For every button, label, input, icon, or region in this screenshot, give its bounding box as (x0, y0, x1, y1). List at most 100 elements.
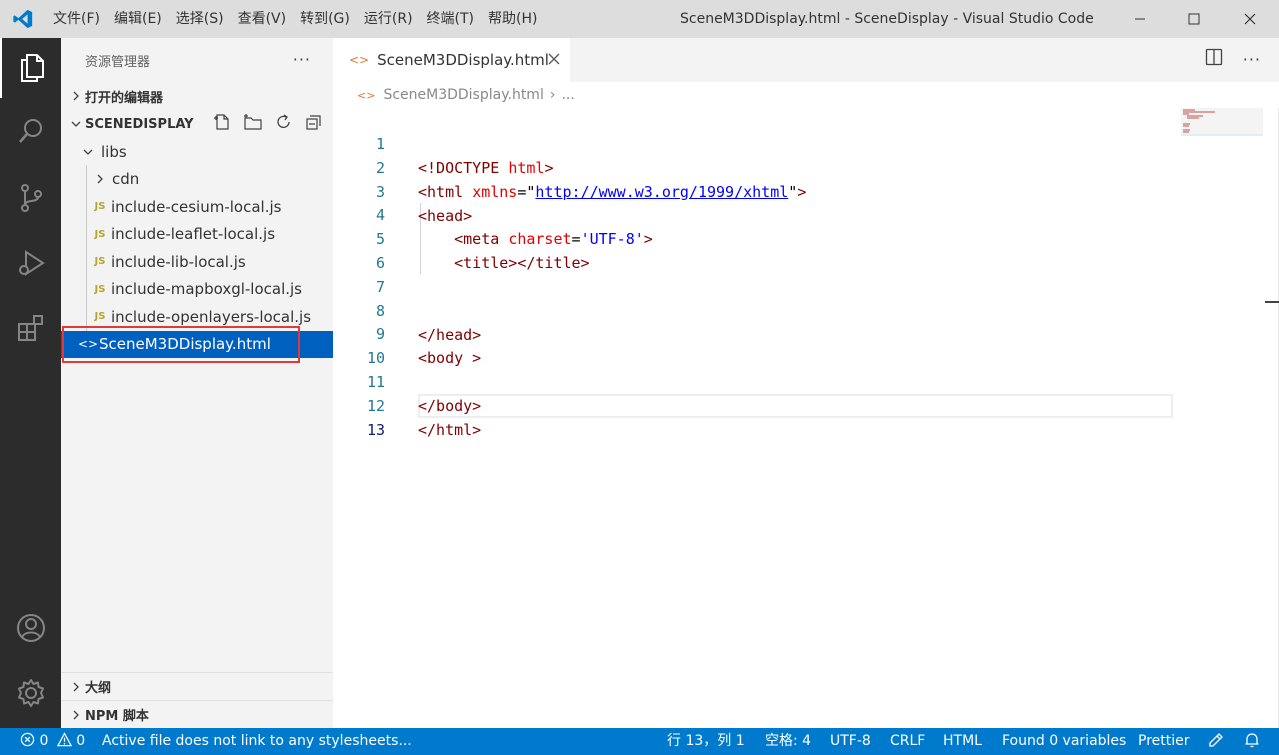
refresh-icon[interactable] (275, 113, 293, 135)
tree-item-label: SceneM3DDisplay.html (99, 335, 271, 354)
menu-file[interactable]: 文件(F) (46, 0, 107, 38)
code-line: 9 <body > (333, 298, 1279, 367)
breadcrumb-file[interactable]: SceneM3DDisplay.html (383, 87, 543, 103)
close-window-button[interactable] (1227, 0, 1273, 38)
breadcrumb: <> SceneM3DDisplay.html › ... (333, 82, 1279, 108)
run-debug-icon[interactable] (0, 233, 61, 293)
code-line: 7 (333, 251, 1279, 296)
javascript-file-icon: JS (94, 311, 106, 323)
code-line: 12 </html> (333, 370, 1279, 439)
status-message[interactable]: Active file does not link to any stylesh… (102, 728, 412, 755)
tree-item-label: libs (101, 142, 127, 161)
menu-edit[interactable]: 编辑(E) (107, 0, 169, 38)
prettier-status[interactable]: Prettier (1138, 728, 1190, 755)
extensions-icon[interactable] (0, 298, 61, 358)
tree-file-include-leaflet[interactable]: JS include-leaflet-local.js (61, 221, 333, 249)
menu-selection[interactable]: 选择(S) (169, 0, 231, 38)
tree-file-include-cesium[interactable]: JS include-cesium-local.js (61, 193, 333, 221)
settings-gear-icon[interactable] (0, 663, 61, 723)
breadcrumb-more[interactable]: ... (561, 87, 574, 103)
tree-file-scenem3ddisplay[interactable]: <> SceneM3DDisplay.html (61, 330, 333, 358)
code-line: 13 (333, 394, 1279, 439)
new-file-icon[interactable] (213, 113, 231, 135)
project-section[interactable]: SCENEDISPLAY (61, 110, 333, 138)
vscode-logo-icon (0, 0, 46, 38)
menu-go[interactable]: 转到(G) (293, 0, 357, 38)
line-ending[interactable]: CRLF (890, 728, 925, 755)
tree-item-label: include-mapboxgl-local.js (111, 280, 303, 299)
tab-scenem3ddisplay[interactable]: <> SceneM3DDisplay.html (333, 38, 570, 82)
tree-file-include-lib[interactable]: JS include-lib-local.js (61, 248, 333, 276)
status-bar: 0 0 Active file does not link to any sty… (0, 728, 1279, 755)
sidebar-title: 资源管理器 (85, 54, 151, 70)
scrollbar-cursor-marker (1265, 301, 1279, 303)
editor-area: <> SceneM3DDisplay.html ··· <> SceneM3DD… (333, 38, 1279, 728)
error-count: 0 (39, 733, 49, 749)
account-icon[interactable] (0, 598, 61, 658)
line-number: 13 (366, 420, 385, 439)
more-actions-icon[interactable]: ··· (1243, 50, 1261, 69)
code-line: 5 <title></title> (333, 203, 1279, 272)
chevron-right-icon (67, 710, 85, 720)
tree-item-label: include-lib-local.js (111, 252, 246, 271)
chevron-down-icon (67, 119, 85, 129)
split-editor-icon[interactable] (1205, 48, 1223, 70)
npm-scripts-section[interactable]: NPM 脚本 (61, 700, 333, 728)
code-line: 10 (333, 322, 1279, 367)
code-line: 3 <head> (333, 156, 1279, 225)
html-file-icon: <> (77, 337, 99, 352)
chevron-right-icon (91, 174, 109, 184)
tab-label: SceneM3DDisplay.html (377, 51, 549, 69)
maximize-button[interactable] (1171, 0, 1217, 38)
menu-run[interactable]: 运行(R) (357, 0, 420, 38)
tree-file-include-openlayers[interactable]: JS include-openlayers-local.js (61, 303, 333, 331)
minimize-button[interactable] (1117, 0, 1163, 38)
window-title: SceneM3DDisplay.html - SceneDisplay - Vi… (680, 11, 1094, 27)
code-line: 11 </body> (333, 346, 1279, 415)
more-actions-icon[interactable]: ··· (293, 50, 311, 69)
code-token: </html> (418, 420, 482, 439)
cursor-position[interactable]: 行 13，列 1 (667, 728, 745, 755)
outline-section[interactable]: 大纲 (61, 672, 333, 700)
editor-actions: ··· (1205, 48, 1261, 70)
tree-file-include-mapboxgl[interactable]: JS include-mapboxgl-local.js (61, 276, 333, 304)
tree-folder-cdn[interactable]: cdn (61, 166, 333, 194)
notifications-bell-icon[interactable] (1243, 728, 1261, 755)
source-control-icon[interactable] (0, 168, 61, 228)
tree-folder-libs[interactable]: libs (61, 138, 333, 166)
indentation[interactable]: 空格: 4 (765, 728, 811, 755)
minimap[interactable] (1181, 108, 1263, 136)
javascript-file-icon: JS (94, 283, 106, 295)
sidebar-header: 资源管理器 ··· (61, 38, 333, 82)
menu-terminal[interactable]: 终端(T) (420, 0, 481, 38)
menu-view[interactable]: 查看(V) (231, 0, 294, 38)
language-mode[interactable]: HTML (943, 728, 982, 755)
tab-bar: <> SceneM3DDisplay.html ··· (333, 38, 1279, 82)
outline-label: 大纲 (85, 681, 112, 696)
code-line: 8 </head> (333, 275, 1279, 344)
code-line: 1 <!DOCTYPE html> (333, 108, 1279, 177)
chevron-right-icon (67, 91, 85, 101)
problems-indicator[interactable]: 0 0 (20, 728, 85, 755)
javascript-file-icon: JS (94, 256, 106, 268)
html-file-icon: <> (357, 88, 376, 102)
collapse-all-icon[interactable] (305, 113, 323, 135)
code-line: 2 <html xmlns="http://www.w3.org/1999/xh… (333, 132, 1279, 201)
new-folder-icon[interactable] (243, 113, 263, 135)
tree-item-label: include-cesium-local.js (111, 197, 282, 216)
chevron-right-icon (67, 682, 85, 692)
search-icon[interactable] (0, 101, 61, 161)
title-bar: 文件(F) 编辑(E) 选择(S) 查看(V) 转到(G) 运行(R) 终端(T… (0, 0, 1279, 38)
menu-help[interactable]: 帮助(H) (481, 0, 544, 38)
explorer-icon[interactable] (0, 38, 61, 98)
close-tab-icon[interactable] (548, 50, 560, 69)
feedback-icon[interactable] (1207, 728, 1225, 755)
chevron-down-icon (79, 147, 97, 157)
tree-item-label: include-openlayers-local.js (111, 307, 312, 326)
javascript-file-icon: JS (94, 201, 106, 213)
encoding[interactable]: UTF-8 (830, 728, 871, 755)
variables-status[interactable]: Found 0 variables (1002, 728, 1126, 755)
open-editors-section[interactable]: 打开的编辑器 (61, 82, 333, 110)
project-label: SCENEDISPLAY (85, 116, 194, 132)
tree-item-label: cdn (112, 170, 140, 189)
